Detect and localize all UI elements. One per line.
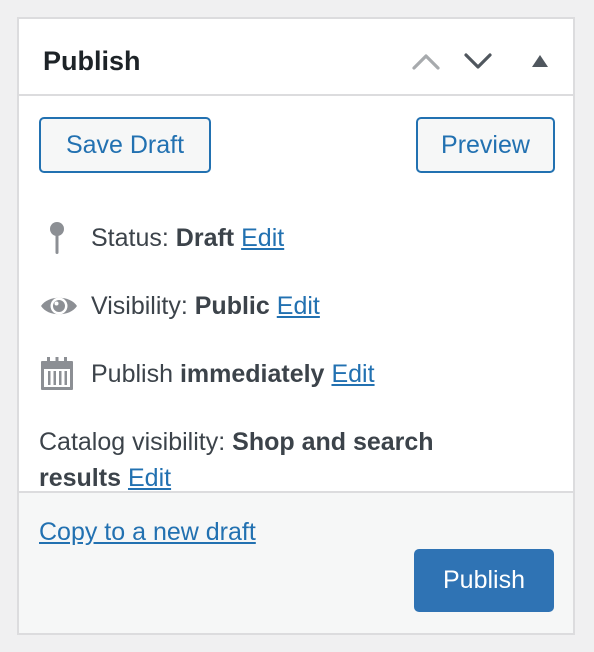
publish-schedule-row: Publish immediately Edit [39,356,375,392]
preview-button[interactable]: Preview [416,117,555,173]
publish-label: Publish [91,360,173,388]
status-label: Status: [91,224,169,252]
publish-inside: Save Draft Preview Status: Draft Edit Vi… [19,96,573,493]
toggle-panel-button[interactable] [520,41,560,81]
edit-status-link[interactable]: Edit [241,223,284,253]
move-down-button[interactable] [458,41,498,81]
catalog-label: Catalog visibility: [39,428,226,456]
visibility-label: Visibility: [91,292,188,320]
edit-publish-link[interactable]: Edit [331,359,374,389]
publish-postbox: Publish Save Draft Preview Status: Draft… [17,17,575,635]
save-draft-button[interactable]: Save Draft [39,117,211,173]
status-value: Draft [175,224,235,252]
move-up-button[interactable] [406,41,446,81]
postbox-title: Publish [43,46,141,76]
chevron-up-icon [412,54,440,70]
visibility-value: Public [194,292,270,320]
edit-catalog-link[interactable]: Edit [128,464,171,492]
calendar-icon [39,356,79,392]
chevron-down-icon [464,53,492,69]
pin-icon [39,220,79,256]
visibility-row: Visibility: Public Edit [39,288,320,324]
publish-value: immediately [179,360,325,388]
edit-visibility-link[interactable]: Edit [277,291,320,321]
status-row: Status: Draft Edit [39,220,284,256]
copy-to-new-draft-link[interactable]: Copy to a new draft [39,517,256,547]
postbox-header: Publish [19,19,573,96]
triangle-up-icon [532,55,548,67]
eye-icon [39,288,79,324]
publish-button[interactable]: Publish [414,549,554,612]
major-publishing-actions: Copy to a new draft Publish [19,491,573,633]
catalog-visibility-row: Catalog visibility: Shop and search resu… [39,424,539,496]
